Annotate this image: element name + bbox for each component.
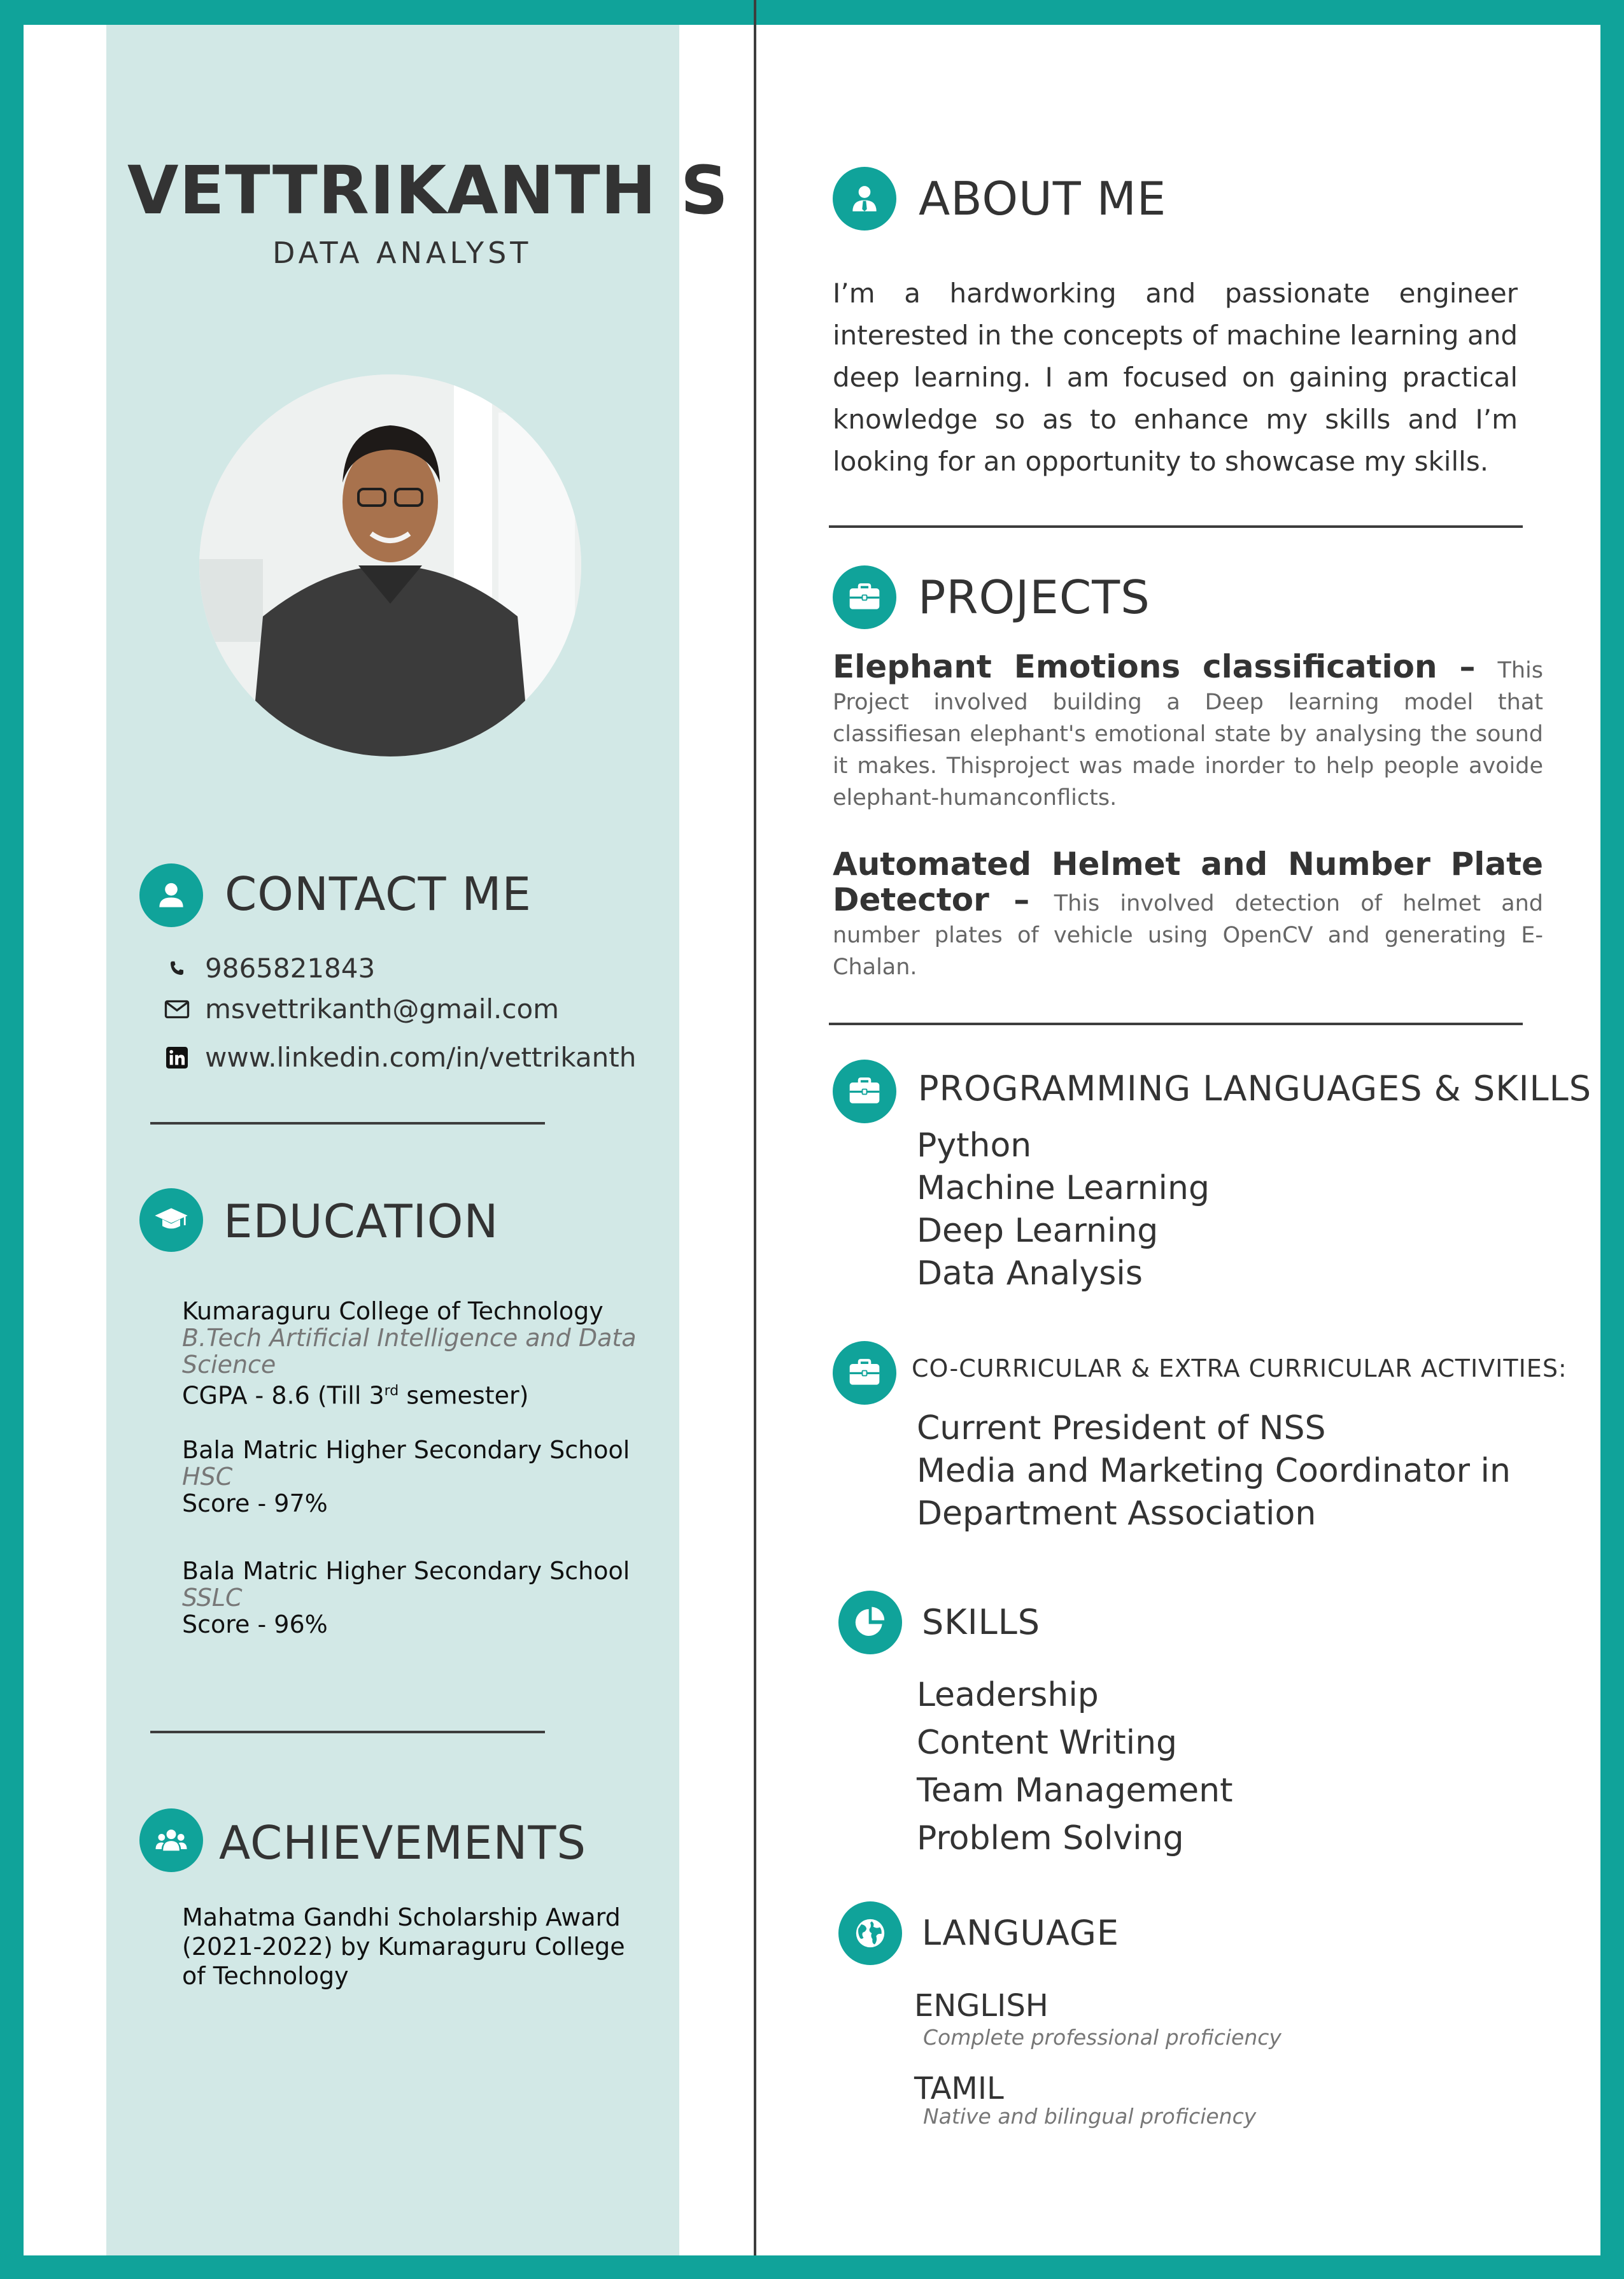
programming-item: Data Analysis (917, 1254, 1143, 1293)
language-name-english: ENGLISH (914, 1988, 1049, 2024)
candidate-role: DATA ANALYST (272, 236, 532, 270)
education-degree: B.Tech Artificial Intelligence and Data … (182, 1324, 637, 1379)
pie-chart-icon (838, 1591, 902, 1654)
contact-linkedin[interactable]: www.linkedin.com/in/vettrikanth (164, 1042, 636, 1073)
column-divider (754, 0, 756, 2255)
education-score-text: CGPA - 8.6 (Till 3 (182, 1381, 385, 1410)
projects-heading: PROJECTS (918, 571, 1150, 624)
programming-item: Deep Learning (917, 1212, 1159, 1250)
skills-list: Leadership Content Writing Team Manageme… (917, 1672, 1233, 1863)
phone-icon (164, 956, 190, 981)
project-item: Automated Helmet and Number Plate Detect… (833, 848, 1543, 983)
skills-heading: SKILLS (922, 1602, 1041, 1642)
profile-photo-illustration (199, 374, 581, 756)
users-icon (139, 1808, 203, 1872)
projects-divider (829, 1023, 1523, 1025)
about-heading: ABOUT ME (919, 172, 1167, 225)
graduation-cap-icon (139, 1188, 203, 1252)
programming-list: Python Machine Learning Deep Learning Da… (917, 1125, 1210, 1295)
achievement-text: Mahatma Gandhi Scholarship Award (2021-2… (182, 1903, 625, 1990)
activity-item: Current President of NSS (917, 1409, 1326, 1447)
project-separator: – (989, 881, 1054, 918)
user-tie-icon (833, 167, 896, 231)
language-level-english: Complete professional proficiency (923, 2025, 1282, 2050)
skill-item: Leadership (917, 1676, 1099, 1714)
education-entry-sslc: Bala Matric Higher Secondary School SSLC… (182, 1558, 640, 1638)
skill-item: Content Writing (917, 1724, 1178, 1762)
education-score: Score - 97% (182, 1489, 328, 1517)
education-divider (150, 1731, 545, 1733)
programming-item: Machine Learning (917, 1169, 1210, 1207)
education-score: CGPA - 8.6 (Till 3rd semester) (182, 1378, 640, 1409)
activity-item: Department Association (917, 1494, 1317, 1533)
about-text: I’m a hardworking and passionate enginee… (833, 278, 1518, 477)
globe-icon (838, 1901, 902, 1965)
education-score-suffix: semester) (399, 1381, 529, 1410)
language-heading: LANGUAGE (922, 1913, 1119, 1953)
briefcase-icon (833, 1341, 896, 1405)
contact-divider (150, 1122, 545, 1125)
programming-heading: PROGRAMMING LANGUAGES & SKILLS (918, 1069, 1592, 1109)
skill-item: Team Management (917, 1771, 1233, 1810)
education-entry-hsc: Bala Matric Higher Secondary School HSC … (182, 1437, 640, 1517)
education-entry-college: Kumaraguru College of Technology B.Tech … (182, 1298, 640, 1409)
activities-heading: CO-CURRICULAR & EXTRA CURRICULAR ACTIVIT… (912, 1354, 1567, 1382)
activities-list: Current President of NSS Media and Marke… (917, 1407, 1511, 1535)
email-address: msvettrikanth@gmail.com (205, 993, 560, 1025)
briefcase-icon (833, 1060, 896, 1123)
skill-item: Problem Solving (917, 1819, 1184, 1857)
candidate-name: VETTRIKANTH S (127, 152, 729, 229)
linkedin-icon (164, 1045, 190, 1070)
achievements-heading: ACHIEVEMENTS (219, 1816, 587, 1870)
phone-number: 9865821843 (205, 953, 376, 984)
contact-heading: CONTACT ME (225, 867, 532, 921)
language-level-tamil: Native and bilingual proficiency (923, 2104, 1257, 2129)
envelope-icon (164, 997, 190, 1022)
language-name-tamil: TAMIL (914, 2071, 1004, 2106)
programming-item: Python (917, 1126, 1032, 1165)
briefcase-icon (833, 565, 896, 629)
project-separator: – (1437, 648, 1498, 685)
contact-phone[interactable]: 9865821843 (164, 953, 375, 984)
profile-photo (199, 374, 581, 756)
education-heading: EDUCATION (223, 1195, 499, 1248)
education-school: Kumaraguru College of Technology (182, 1297, 604, 1325)
user-icon (139, 863, 203, 927)
project-item: Elephant Emotions classification – This … (833, 651, 1543, 814)
education-score: Score - 96% (182, 1610, 328, 1638)
education-degree: HSC (182, 1463, 233, 1491)
education-score-sup: rd (384, 1383, 399, 1399)
education-degree: SSLC (182, 1584, 243, 1612)
linkedin-url: www.linkedin.com/in/vettrikanth (205, 1042, 637, 1073)
about-divider (829, 525, 1523, 528)
contact-email[interactable]: msvettrikanth@gmail.com (164, 993, 559, 1025)
activity-item: Media and Marketing Coordinator in (917, 1452, 1511, 1490)
project-title: Elephant Emotions classification (833, 648, 1437, 685)
education-school: Bala Matric Higher Secondary School (182, 1436, 630, 1464)
education-school: Bala Matric Higher Secondary School (182, 1557, 630, 1585)
